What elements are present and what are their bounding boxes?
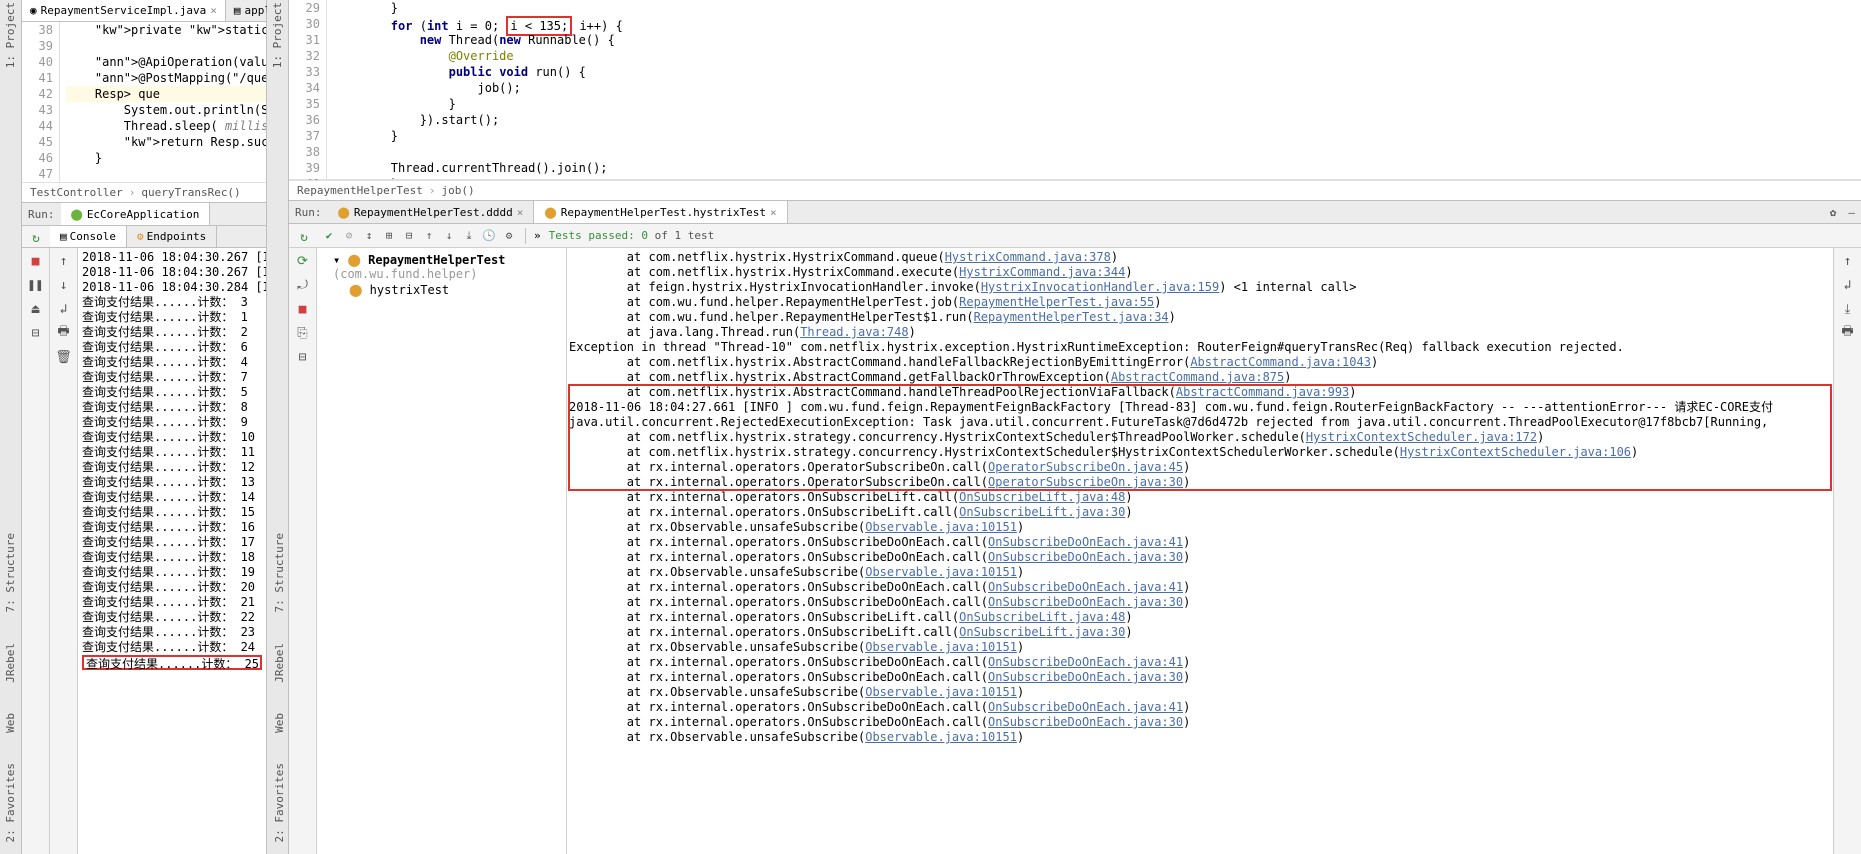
export-icon[interactable]: ⤓ [461, 228, 477, 244]
java-file-icon: ◉ [30, 4, 37, 17]
console-icon: ▤ [60, 230, 67, 243]
left-console-body: ■ ❚❚ ⏏ ⊟ ↑ ↓ ↲ 🖶 🗑 2018-11-06 18:04:30.2… [22, 248, 266, 854]
web-vtab-l[interactable]: Web [4, 713, 17, 733]
show-passed-icon[interactable]: ✔ [321, 228, 337, 244]
right-editor[interactable]: 293031323334353637383940 } for (int i = … [289, 0, 1861, 180]
wrap-icon[interactable]: ↲ [55, 300, 73, 318]
chevron-right-icon [127, 186, 138, 199]
project-vtab-right[interactable]: 1: Project [271, 2, 284, 68]
left-pane: ◉ RepaymentServiceImpl.java × ▤ applicat… [22, 0, 267, 854]
right-side-vtabs: 7: Structure JRebel Web 2: Favorites [268, 260, 290, 850]
tree-node-method[interactable]: ⬤ hystrixTest [321, 282, 562, 298]
favorites-vtab-l[interactable]: 2: Favorites [4, 763, 17, 842]
class-icon: ⬤ [347, 253, 360, 267]
minimize-icon[interactable]: — [1842, 206, 1861, 219]
favorites-vtab[interactable]: 2: Favorites [273, 763, 286, 842]
collapse-arrow-icon[interactable]: ▾ [333, 253, 340, 267]
right-code[interactable]: } for (int i = 0; i < 135; i++) { new Th… [327, 0, 1861, 179]
test-toolbar: ↻ ✔ ⊘ ↕ ⊞ ⊟ ↑ ↓ ⤓ 🕓 ⚙ » Tests passed: 0 … [289, 224, 1861, 248]
layout-icon[interactable]: ⊟ [27, 324, 45, 342]
print-icon[interactable]: 🖶 [55, 324, 73, 342]
right-run-bar: Run: ⬤ RepaymentHelperTest.dddd × ⬤ Repa… [289, 200, 1861, 224]
right-gutter: 293031323334353637383940 [289, 0, 327, 179]
rerun-icon[interactable]: ↻ [27, 230, 45, 247]
layout-icon[interactable]: ⊟ [294, 348, 312, 366]
endpoints-icon: ⚙ [137, 230, 144, 243]
exit-icon[interactable]: ⏏ [27, 300, 45, 318]
run-label: Run: [289, 206, 328, 219]
soft-wrap-icon[interactable]: ↲ [1839, 276, 1857, 294]
tab-console[interactable]: ▤ Console [50, 226, 127, 247]
right-pane: 293031323334353637383940 } for (int i = … [289, 0, 1861, 854]
left-code[interactable]: "kw">private "kw">static AtomicInteger "… [60, 22, 266, 182]
toggle-auto-icon[interactable]: ⤾ [294, 276, 312, 294]
gear-icon[interactable]: ⚙ [501, 228, 517, 244]
clear-icon[interactable]: 🗑 [55, 348, 73, 366]
stop-icon[interactable]: ■ [27, 252, 45, 270]
settings-icon[interactable]: ✿ [1824, 206, 1843, 219]
run-tab-hystrix[interactable]: ⬤ RepaymentHelperTest.hystrixTest × [534, 201, 787, 223]
sort-icon[interactable]: ↕ [361, 228, 377, 244]
test-icon: ⬤ [544, 206, 556, 219]
down-icon[interactable]: ↓ [55, 276, 73, 294]
collapse-icon[interactable]: ⊟ [401, 228, 417, 244]
stop-icon[interactable]: ■ [294, 300, 312, 318]
left-console-log[interactable]: 2018-11-06 18:04:30.267 [INFO2018-11-06 … [78, 248, 266, 854]
run-label: Run: [22, 208, 61, 221]
prev-failed-icon[interactable]: ↑ [421, 228, 437, 244]
rerun-icon[interactable]: ↻ [295, 229, 313, 247]
tree-node-class[interactable]: ▾ ⬤ RepaymentHelperTest (com.wu.fund.hel… [321, 252, 562, 282]
left-breadcrumb[interactable]: TestController queryTransRec() [22, 182, 266, 202]
close-icon[interactable]: × [517, 206, 524, 219]
expand-icon[interactable]: ⊞ [381, 228, 397, 244]
pause-icon[interactable]: ❚❚ [27, 276, 45, 294]
left-tool-column-2: ↑ ↓ ↲ 🖶 🗑 [50, 248, 78, 854]
run-tab-dddd[interactable]: ⬤ RepaymentHelperTest.dddd × [328, 201, 535, 223]
left-side-vtabs: 7: Structure JRebel Web 2: Favorites [0, 260, 22, 850]
spring-icon: ⬤ [71, 208, 83, 221]
tests-status: Tests passed: 0 of 1 test [549, 229, 715, 242]
method-icon: ⬤ [349, 283, 362, 297]
history-icon[interactable]: 🕓 [481, 228, 497, 244]
close-icon[interactable]: × [210, 4, 217, 17]
left-tool-column-1: ■ ❚❚ ⏏ ⊟ [22, 248, 50, 854]
jrebel-vtab-l[interactable]: JRebel [4, 643, 17, 683]
show-ignored-icon[interactable]: ⊘ [341, 228, 357, 244]
right-breadcrumb[interactable]: RepaymentHelperTest job() [289, 180, 1861, 200]
tab-endpoints[interactable]: ⚙ Endpoints [127, 226, 217, 247]
rerun-failed-icon[interactable]: ⟳ [294, 252, 312, 270]
close-icon[interactable]: × [770, 206, 777, 219]
dump-icon[interactable]: ⎘ [294, 324, 312, 342]
test-icon: ⬤ [338, 206, 350, 219]
file-icon: ▤ [234, 4, 241, 17]
print-icon[interactable]: 🖶 [1839, 324, 1857, 342]
left-run-bar: Run: ⬤ EcCoreApplication [22, 202, 266, 226]
scroll-to-end-icon[interactable]: ⤓ [1839, 300, 1857, 318]
scroll-up-icon[interactable]: ↑ [1839, 252, 1857, 270]
project-vtab[interactable]: 1: Project [4, 2, 17, 68]
run-tab-eccore[interactable]: ⬤ EcCoreApplication [61, 203, 211, 225]
arrow-icon: » [534, 229, 541, 242]
right-tool-column-scroll: ↑ ↲ ⤓ 🖶 [1833, 248, 1861, 854]
up-icon[interactable]: ↑ [55, 252, 73, 270]
next-failed-icon[interactable]: ↓ [441, 228, 457, 244]
left-console-tabs: ↻ ▤ Console ⚙ Endpoints [22, 226, 266, 248]
web-vtab[interactable]: Web [273, 713, 286, 733]
right-main: ⟳ ⤾ ■ ⎘ ⊟ ▾ ⬤ RepaymentHelperTest (com.w… [289, 248, 1861, 854]
editor-tab-row-left: ◉ RepaymentServiceImpl.java × ▤ applicat [22, 0, 266, 22]
structure-vtab[interactable]: 7: Structure [273, 533, 286, 612]
left-editor[interactable]: 3839404142434445464748 "kw">private "kw"… [22, 22, 266, 182]
jrebel-vtab[interactable]: JRebel [273, 643, 286, 683]
left-gutter: 3839404142434445464748 [22, 22, 60, 182]
editor-tab-repayment[interactable]: ◉ RepaymentServiceImpl.java × [22, 0, 226, 21]
right-tool-column-1: ⟳ ⤾ ■ ⎘ ⊟ [289, 248, 317, 854]
chevron-right-icon [427, 184, 438, 197]
stack-trace[interactable]: at com.netflix.hystrix.HystrixCommand.qu… [567, 248, 1833, 854]
structure-vtab-l[interactable]: 7: Structure [4, 533, 17, 612]
test-tree[interactable]: ▾ ⬤ RepaymentHelperTest (com.wu.fund.hel… [317, 248, 567, 854]
